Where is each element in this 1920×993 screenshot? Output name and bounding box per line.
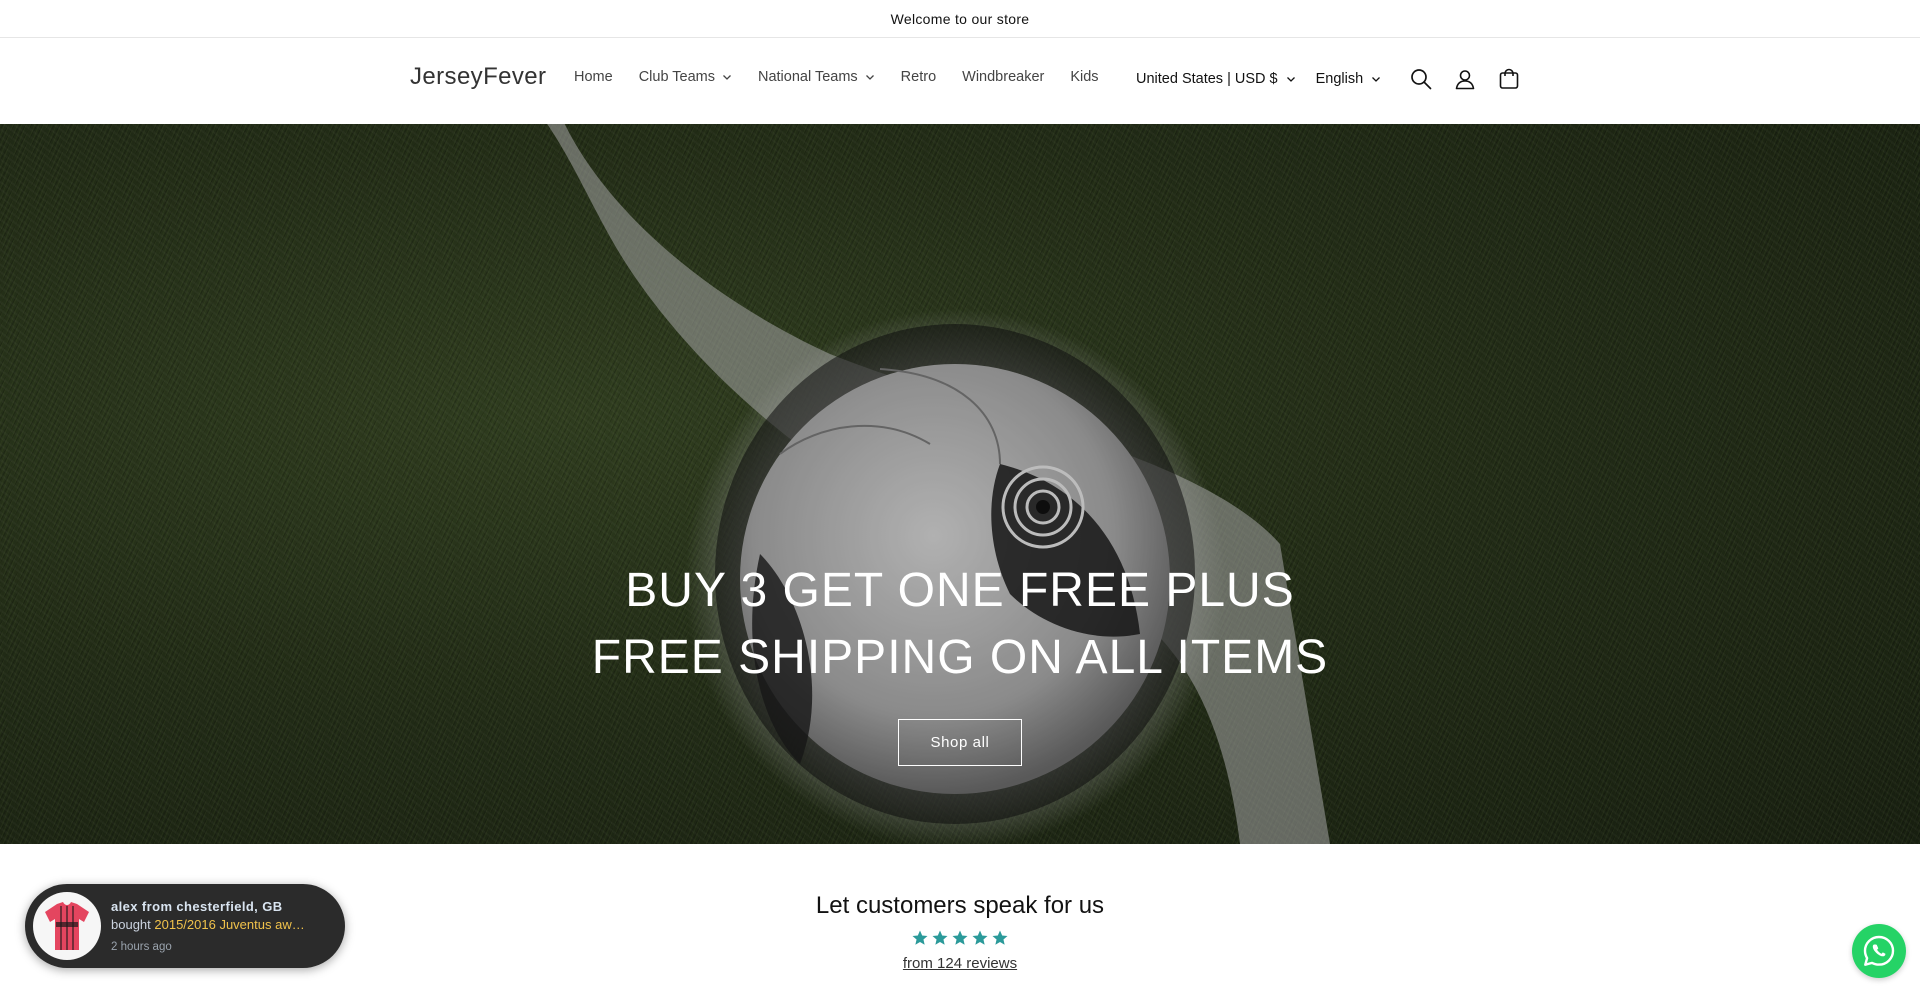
hero-title: BUY 3 GET ONE FREE PLUS FREE SHIPPING ON…: [591, 564, 1329, 684]
cart-icon: [1499, 68, 1519, 89]
jersey-icon: [45, 902, 89, 950]
star-icon: [952, 930, 968, 945]
header-actions: United States | USD $ English: [1136, 62, 1531, 96]
star-icon: [972, 930, 988, 945]
nav-item-label: Home: [574, 69, 613, 85]
account-icon: [1455, 70, 1475, 90]
announcement-bar: Welcome to our store: [0, 0, 1920, 38]
chevron-down-icon: [865, 75, 874, 80]
star-icon: [992, 930, 1008, 945]
star-icon: [912, 930, 928, 945]
star-icon: [932, 930, 948, 945]
nav-item-home[interactable]: Home: [574, 69, 613, 85]
language-selector[interactable]: English: [1316, 71, 1382, 87]
purchase-detail: bought 2015/2016 Juventus aw…: [111, 917, 321, 932]
chevron-down-icon: [723, 75, 731, 80]
account-button[interactable]: [1443, 57, 1487, 101]
store-logo[interactable]: JerseyFever: [410, 63, 546, 91]
nav-item-national-teams[interactable]: National Teams: [758, 69, 875, 85]
popup-text: alex from chesterfield, GB bought 2015/2…: [111, 899, 321, 953]
chevron-down-icon: [1372, 77, 1381, 82]
product-thumbnail: [33, 892, 101, 960]
nav-item-windbreaker[interactable]: Windbreaker: [962, 69, 1044, 85]
purchase-time: 2 hours ago: [111, 941, 172, 953]
nav-item-label: Retro: [900, 69, 937, 85]
reviews-count-link[interactable]: from 124 reviews: [903, 955, 1017, 972]
chevron-down-icon: [1286, 77, 1295, 82]
cart-button[interactable]: [1487, 57, 1531, 101]
nav-item-label: National Teams: [757, 69, 858, 85]
shop-all-button[interactable]: Shop all: [898, 719, 1022, 766]
country-label: United States | USD $: [1136, 71, 1278, 87]
hero-banner: BUY 3 GET ONE FREE PLUS FREE SHIPPING ON…: [0, 124, 1920, 844]
site-header: JerseyFever Home Club Teams National Tea…: [0, 38, 1920, 123]
search-icon: [1411, 69, 1432, 90]
nav-item-label: Windbreaker: [962, 69, 1045, 85]
purchase-prefix: bought: [111, 917, 151, 932]
recent-purchase-popup[interactable]: alex from chesterfield, GB bought 2015/2…: [25, 884, 345, 968]
search-button[interactable]: [1399, 57, 1443, 101]
buyer-name: alex from chesterfield, GB: [111, 899, 283, 914]
language-label: English: [1315, 71, 1364, 87]
reviews-heading: Let customers speak for us: [815, 892, 1105, 919]
whatsapp-icon: [1863, 935, 1895, 966]
country-selector[interactable]: United States | USD $: [1136, 71, 1296, 87]
star-rating: [910, 929, 1010, 947]
nav-item-retro[interactable]: Retro: [901, 69, 936, 85]
nav-item-kids[interactable]: Kids: [1070, 69, 1098, 85]
announcement-text: Welcome to our store: [890, 10, 1030, 27]
hero-content: BUY 3 GET ONE FREE PLUS FREE SHIPPING ON…: [0, 557, 1920, 766]
whatsapp-chat-button[interactable]: [1852, 924, 1906, 978]
purchased-product: 2015/2016 Juventus aw…: [154, 917, 305, 932]
nav-item-label: Club Teams: [638, 69, 715, 85]
main-nav: Home Club Teams National Teams Retro Win…: [574, 69, 1125, 85]
nav-item-label: Kids: [1070, 69, 1099, 85]
nav-item-club-teams[interactable]: Club Teams: [639, 69, 732, 85]
